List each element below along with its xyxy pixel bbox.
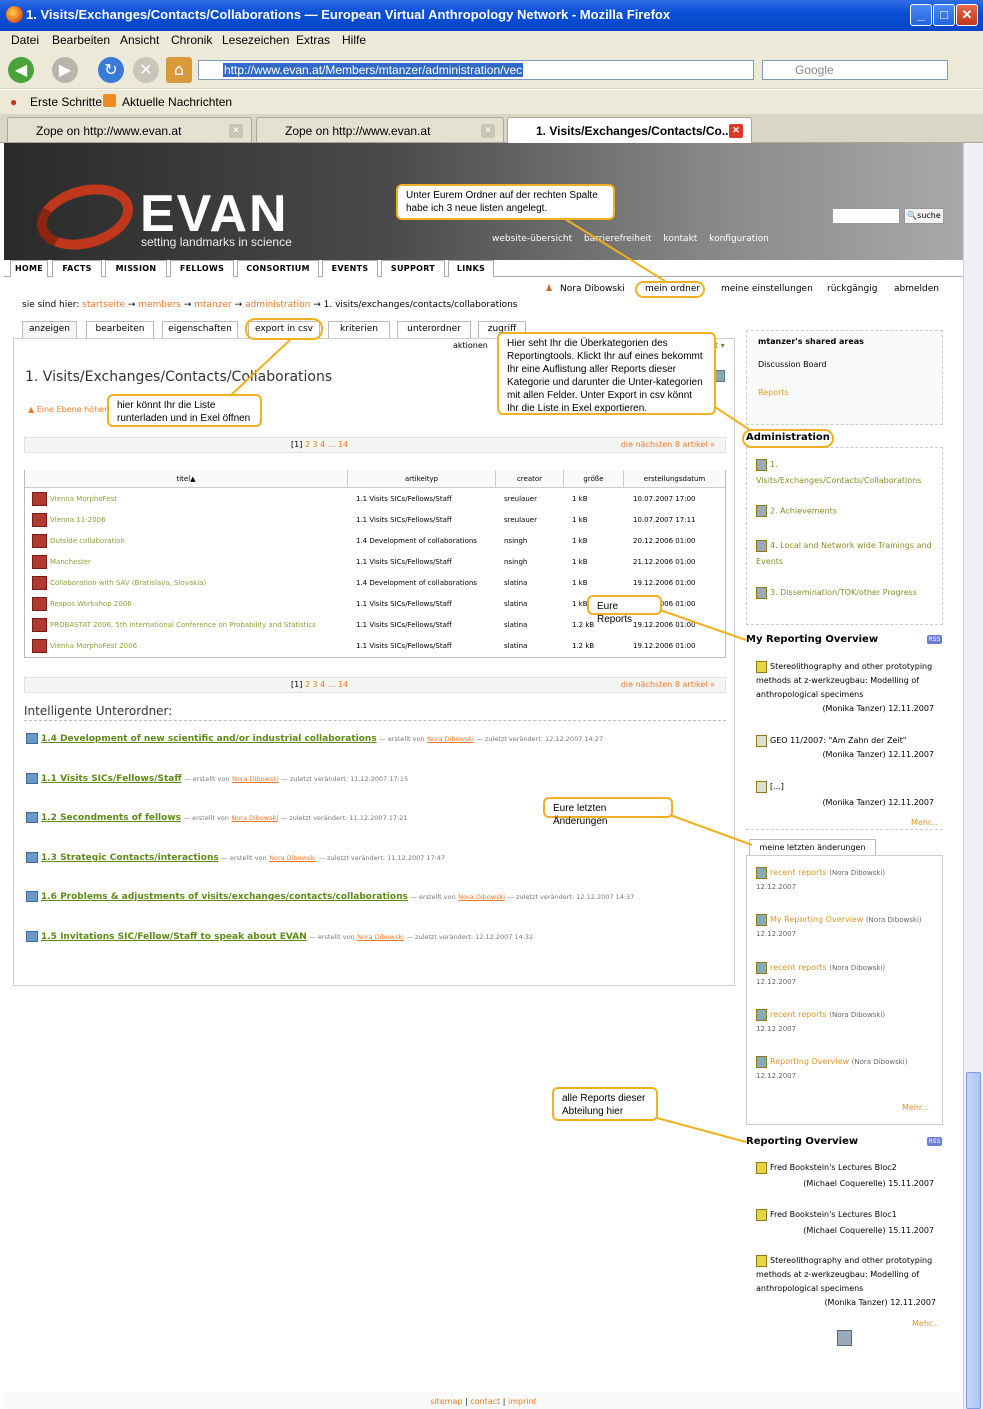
callout-note: Unter Eurem Ordner auf der rechten Spalt… [396,184,615,220]
callout-note: alle Reports dieser Abteilung hier [552,1087,658,1121]
callout-note: hier könnt Ihr die Liste runterladen und… [107,394,262,427]
callout-note: Eure letzten Änderungen [543,797,673,827]
callout-note: Eure Reports [587,595,662,625]
highlight-administration [742,429,834,448]
highlight-export-csv [245,318,323,340]
highlight-mein-ordner [635,281,705,298]
callout-note: Hier seht Ihr die Überkategorien des Rep… [497,332,716,415]
